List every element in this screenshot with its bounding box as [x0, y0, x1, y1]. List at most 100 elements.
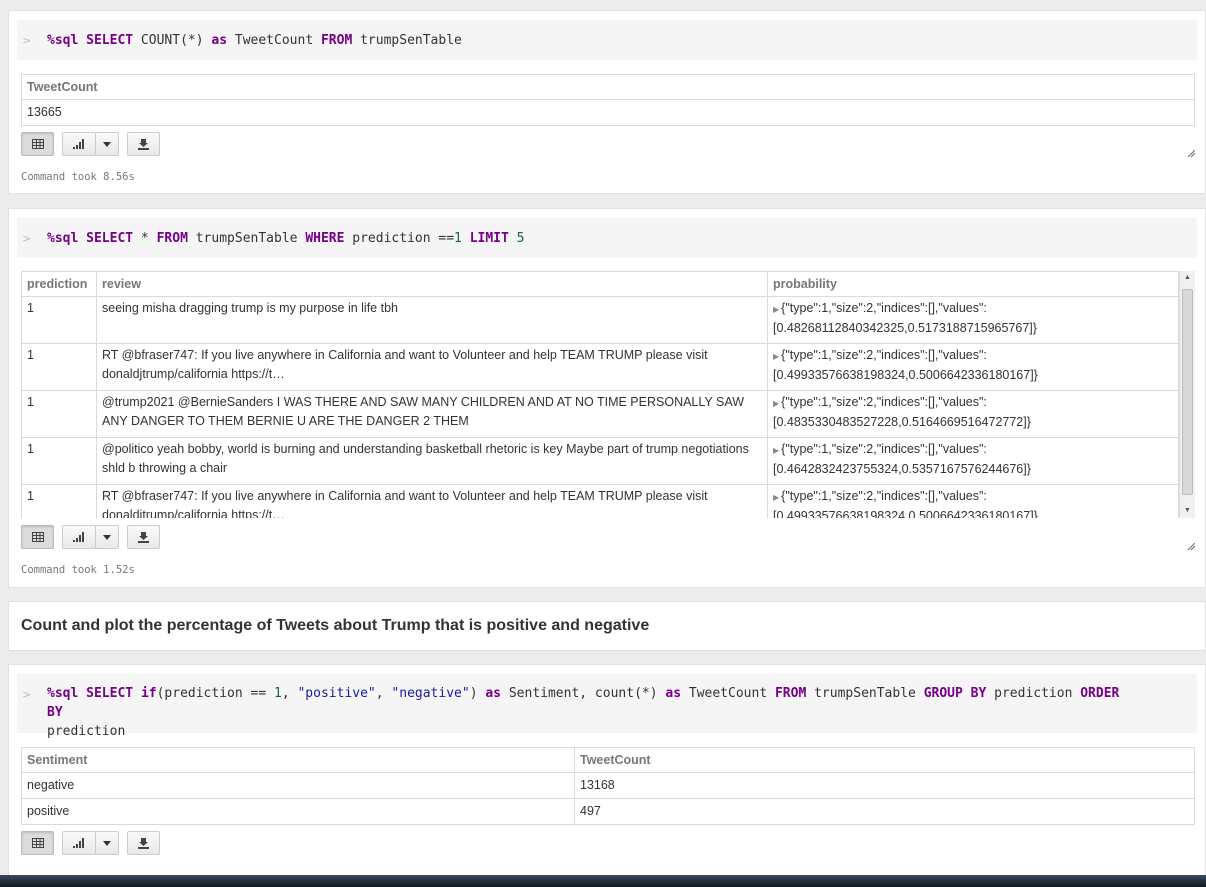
table-cell: 1	[21, 296, 97, 344]
code-token: "positive"	[297, 686, 376, 701]
code-token: as	[211, 33, 228, 48]
code-text[interactable]: %sql SELECT * FROM trumpSenTable WHERE p…	[47, 229, 1137, 248]
triangle-right-icon[interactable]: ▶	[773, 399, 779, 408]
notebook-cell-count: > %sql SELECT COUNT(*) as TweetCount FRO…	[8, 10, 1206, 194]
code-token: 1	[274, 686, 282, 701]
download-button[interactable]	[127, 831, 160, 855]
probability-cell[interactable]: ▶ {"type":1,"size":2,"indices":[],"values…	[767, 390, 1179, 438]
triangle-right-icon[interactable]: ▶	[773, 446, 779, 455]
code-token: as	[665, 686, 682, 701]
code-token: %sql	[47, 33, 79, 48]
download-icon	[138, 837, 149, 849]
scroll-down-arrow-icon[interactable]: ▼	[1180, 504, 1195, 518]
scroll-up-arrow-icon[interactable]: ▲	[1180, 271, 1195, 285]
caret-down-icon	[103, 840, 111, 846]
bar-chart-icon	[73, 838, 84, 848]
result-table: Sentiment TweetCount negative 13168 posit…	[21, 747, 1195, 825]
table-view-button[interactable]	[21, 831, 54, 855]
code-editor[interactable]: > %sql SELECT * FROM trumpSenTable WHERE…	[17, 218, 1197, 258]
scrollbar-thumb[interactable]	[1182, 289, 1193, 495]
probability-value: {"type":1,"size":2,"indices":[],"values"…	[773, 442, 1031, 476]
table-cell: positive	[21, 798, 575, 825]
column-header[interactable]: Sentiment	[21, 747, 575, 773]
code-token: SELECT	[86, 231, 134, 246]
code-token: prediction	[47, 724, 126, 739]
table-cell: RT @bfraser747: If you live anywhere in …	[96, 484, 768, 518]
chart-view-button[interactable]	[62, 132, 96, 156]
table-row: 13665	[21, 99, 1195, 126]
chart-options-dropdown[interactable]	[95, 525, 119, 549]
probability-cell[interactable]: ▶ {"type":1,"size":2,"indices":[],"values…	[767, 437, 1179, 485]
table-cell: @trump2021 @BernieSanders I WAS THERE AN…	[96, 390, 768, 438]
triangle-right-icon[interactable]: ▶	[773, 352, 779, 361]
triangle-right-icon[interactable]: ▶	[773, 493, 779, 502]
code-token: COUNT(*)	[133, 33, 212, 48]
code-token: %sql	[47, 686, 79, 701]
code-editor[interactable]: > %sql SELECT COUNT(*) as TweetCount FRO…	[17, 20, 1197, 60]
code-token: ,	[375, 686, 392, 701]
vertical-scrollbar[interactable]: ▲ ▼	[1179, 271, 1195, 518]
chevron-right-icon[interactable]: >	[22, 229, 31, 248]
table-cell: 1	[21, 343, 97, 391]
bar-chart-icon	[73, 139, 84, 149]
column-header[interactable]: probability	[767, 271, 1179, 297]
download-icon	[138, 531, 149, 543]
code-token: trumpSenTable	[352, 33, 462, 48]
column-header[interactable]: TweetCount	[21, 74, 1195, 100]
download-button[interactable]	[127, 132, 160, 156]
chart-view-button[interactable]	[62, 831, 96, 855]
chevron-right-icon[interactable]: >	[22, 31, 31, 50]
probability-value: {"type":1,"size":2,"indices":[],"values"…	[773, 489, 1038, 518]
code-token: 5	[516, 231, 525, 246]
chevron-right-icon[interactable]: >	[22, 685, 31, 704]
table-icon	[31, 532, 44, 542]
command-duration: Command took 1.52s	[21, 564, 135, 576]
code-token: %sql	[47, 231, 79, 246]
chart-options-dropdown[interactable]	[95, 831, 119, 855]
code-text[interactable]: %sql SELECT if(prediction == 1, "positiv…	[47, 684, 1137, 741]
code-token: ,	[281, 686, 298, 701]
column-header[interactable]: prediction	[21, 271, 97, 297]
probability-cell[interactable]: ▶ {"type":1,"size":2,"indices":[],"values…	[767, 296, 1179, 344]
table-row: positive 497	[21, 798, 1195, 825]
triangle-right-icon[interactable]: ▶	[773, 305, 779, 314]
code-token: LIMIT	[469, 231, 509, 246]
code-token: SELECT	[86, 33, 134, 48]
table-row: negative 13168	[21, 772, 1195, 799]
chart-view-button[interactable]	[62, 525, 96, 549]
probability-cell[interactable]: ▶ {"type":1,"size":2,"indices":[],"values…	[767, 343, 1179, 391]
table-row: 1 RT @bfraser747: If you live anywhere in…	[21, 484, 1179, 518]
probability-value: {"type":1,"size":2,"indices":[],"values"…	[773, 348, 1038, 382]
chart-options-dropdown[interactable]	[95, 132, 119, 156]
table-row: 1 seeing misha dragging trump is my purpo…	[21, 296, 1179, 344]
column-header[interactable]: review	[96, 271, 768, 297]
resize-handle-icon[interactable]	[1187, 149, 1195, 157]
table-row: 1 @trump2021 @BernieSanders I WAS THERE A…	[21, 390, 1179, 438]
code-editor[interactable]: > %sql SELECT if(prediction == 1, "posit…	[17, 674, 1197, 739]
table-view-button[interactable]	[21, 525, 54, 549]
os-taskbar	[0, 875, 1206, 887]
code-token: FROM	[320, 33, 353, 48]
table-cell: @politico yeah bobby, world is burning a…	[96, 437, 768, 485]
code-token: *	[133, 231, 157, 246]
probability-cell[interactable]: ▶ {"type":1,"size":2,"indices":[],"values…	[767, 484, 1179, 518]
code-token: TweetCount	[681, 686, 775, 701]
column-header[interactable]: TweetCount	[574, 747, 1195, 773]
table-view-button[interactable]	[21, 132, 54, 156]
code-token: 1	[454, 231, 462, 246]
result-scroll-area[interactable]: prediction review probability 1 seeing mi…	[21, 271, 1195, 518]
download-button[interactable]	[127, 525, 160, 549]
command-duration: Command took 8.56s	[21, 171, 135, 183]
notebook-cell-sentiment: > %sql SELECT if(prediction == 1, "posit…	[8, 664, 1206, 876]
resize-handle-icon[interactable]	[1187, 542, 1195, 550]
code-text[interactable]: %sql SELECT COUNT(*) as TweetCount FROM …	[47, 31, 1137, 50]
code-token: "negative"	[391, 686, 470, 701]
table-cell: RT @bfraser747: If you live anywhere in …	[96, 343, 768, 391]
download-icon	[138, 138, 149, 150]
code-token: as	[485, 686, 502, 701]
